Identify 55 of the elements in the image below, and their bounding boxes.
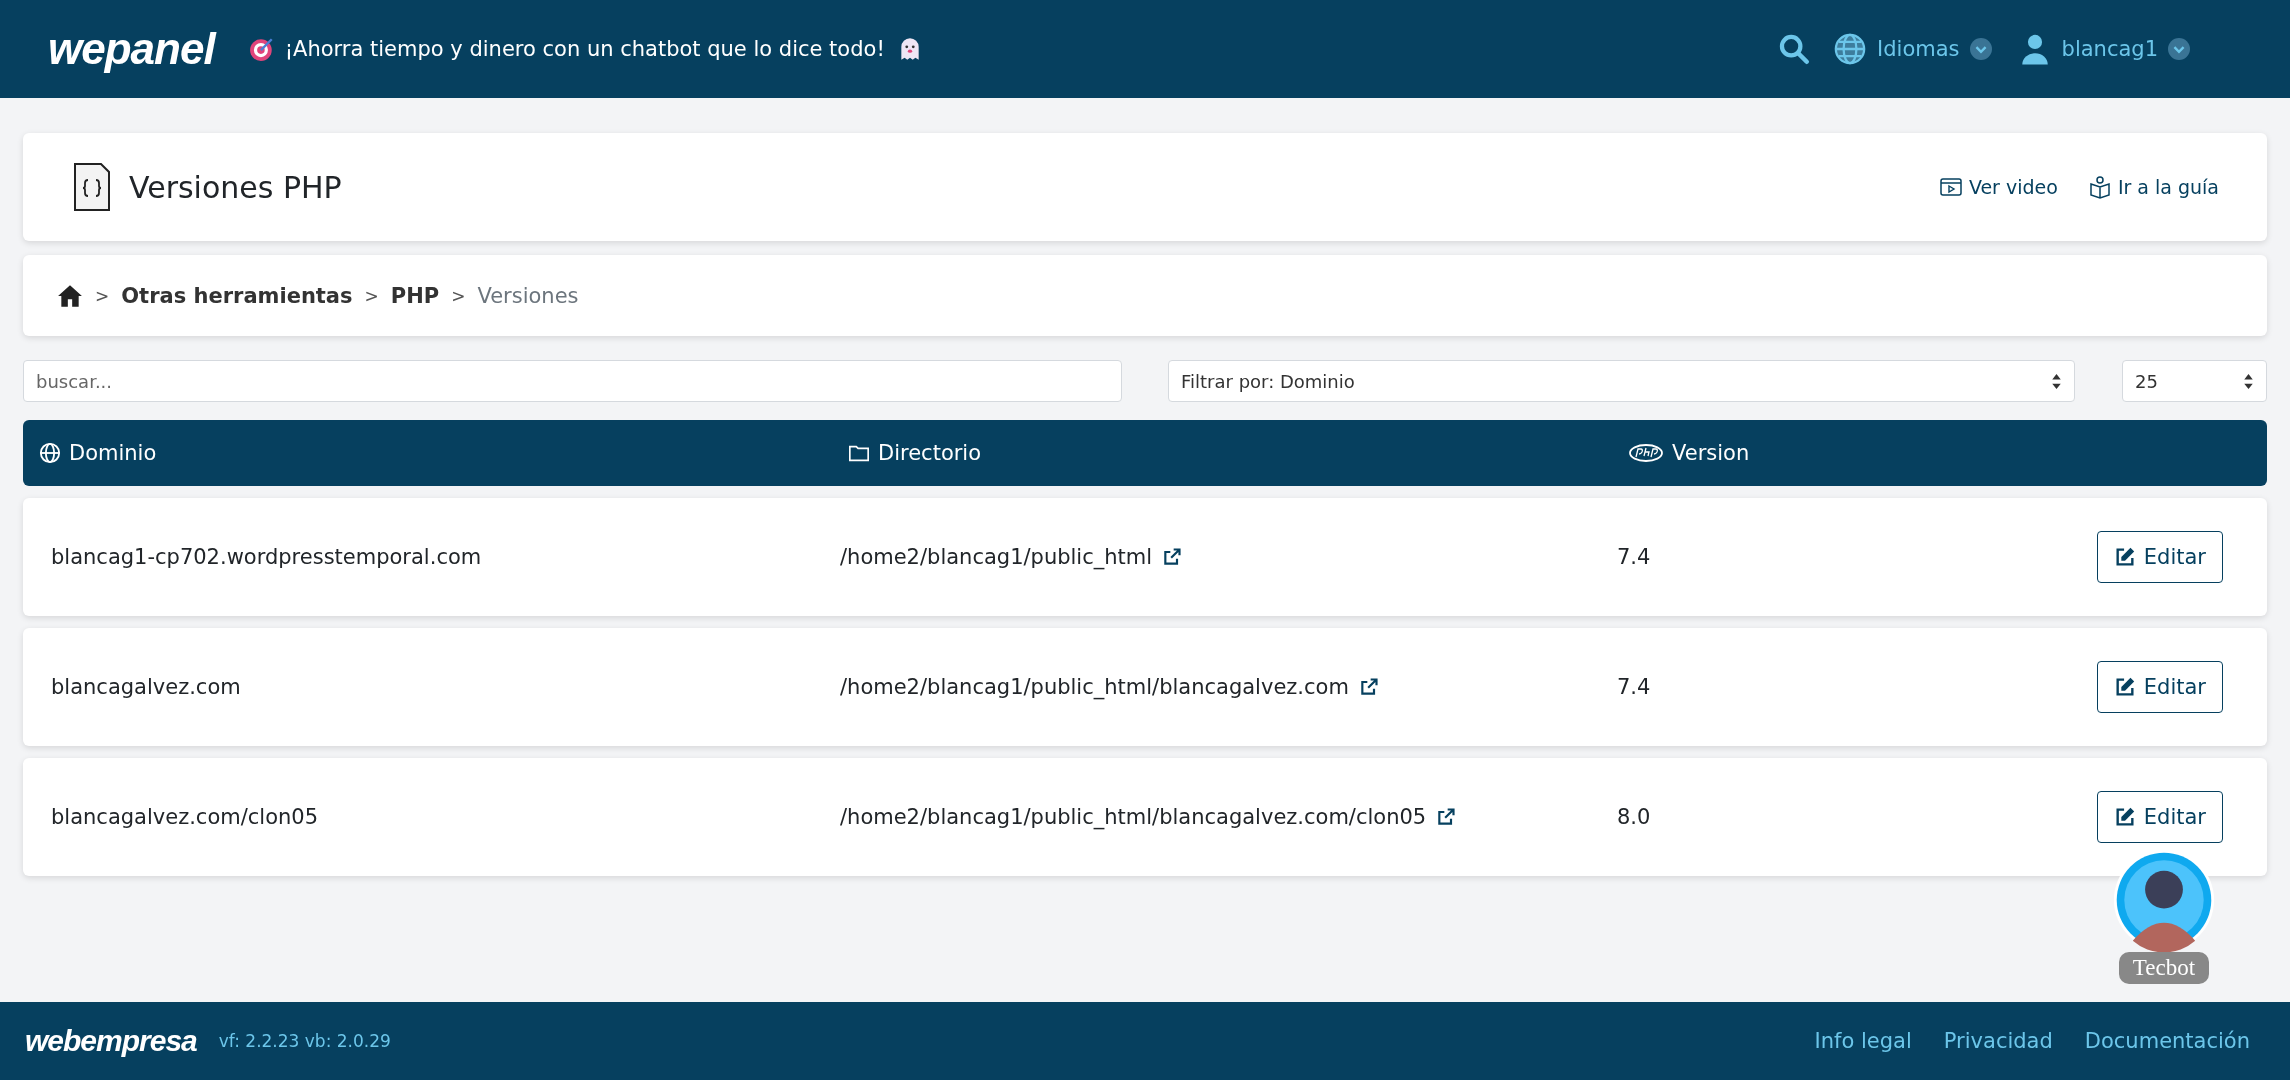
table-cell: /home2/blancag1/public_html/blancagalvez.com (840, 675, 1349, 699)
breadcrumb-item[interactable]: Otras herramientas (121, 283, 353, 308)
globe-icon (1833, 32, 1868, 66)
column-header: Version (1628, 441, 2267, 465)
external-link-icon[interactable] (1436, 807, 1457, 827)
breadcrumb-separator: > (95, 285, 110, 306)
php-logo-icon (1628, 442, 1664, 464)
footer-link[interactable]: Documentación (2084, 1029, 2250, 1053)
edit-button[interactable]: Editar (2096, 531, 2223, 583)
user-menu[interactable]: blancag1 (2051, 37, 2190, 61)
table-cell-text: 8.0 (1617, 805, 1652, 829)
video-icon (1938, 175, 1963, 199)
code-file-icon (73, 162, 111, 212)
breadcrumb-item[interactable]: PHP (390, 283, 440, 308)
chatbot-label: Tecbot (2118, 952, 2210, 984)
sort-arrows-icon (2051, 372, 2062, 390)
external-link-icon[interactable] (1162, 547, 1183, 567)
globe-icon (39, 442, 61, 464)
footer-link[interactable]: Info legal (1814, 1029, 1912, 1053)
page-title: Versiones PHP (129, 169, 342, 205)
chevron-down-icon (1969, 38, 1992, 60)
table-cell-text: blancagalvez.com/clon05 (51, 805, 320, 829)
filter-select[interactable]: Filtrar por: Dominio (1168, 360, 2075, 402)
book-icon (2087, 175, 2112, 199)
edit-button[interactable]: Editar (2096, 791, 2223, 843)
announcement: ¡Ahorra tiempo y dinero con un chatbot que lo dice todo! (284, 37, 885, 61)
footer-logo: webempresa (25, 1024, 197, 1058)
language-menu[interactable]: Idiomas (1867, 37, 1992, 61)
sort-arrows-icon (2243, 372, 2254, 390)
version-text: vf: 2.2.23 vb: 2.0.29 (218, 1031, 391, 1051)
edit-button[interactable]: Editar (2096, 661, 2223, 713)
logo[interactable]: wepanel (48, 24, 215, 74)
table-cell-text: blancagalvez.com (51, 675, 242, 699)
edit-icon (2113, 806, 2136, 828)
table-cell-text: 7.4 (1617, 545, 1652, 569)
table-cell-text: 7.4 (1617, 675, 1652, 699)
breadcrumb-separator: > (451, 285, 466, 306)
external-link-icon[interactable] (1358, 677, 1379, 697)
table-cell: /home2/blancag1/public_html (840, 545, 1153, 569)
video-link[interactable]: Ver video (1938, 175, 2058, 199)
table-cell-text: blancag1-cp702.wordpresstemporal.com (51, 545, 483, 569)
edit-icon (2113, 546, 2136, 568)
footer-link[interactable]: Privacidad (1943, 1029, 2053, 1053)
column-header: Directorio (848, 441, 1628, 465)
chevron-down-icon (2168, 38, 2190, 60)
breadcrumb-separator: > (364, 285, 379, 306)
table-cell: /home2/blancag1/public_html/blancagalvez.com/clon05 (840, 805, 1427, 829)
search-field[interactable]: buscar... (23, 360, 1122, 402)
column-header: Dominio (39, 441, 848, 465)
guide-link[interactable]: Ir a la guía (2087, 175, 2219, 199)
edit-icon (2113, 676, 2136, 698)
page-size-select[interactable]: 25 (2122, 360, 2267, 402)
search-icon[interactable] (1777, 32, 1812, 66)
breadcrumb-item: Versiones (477, 283, 579, 308)
target-icon (248, 36, 275, 62)
